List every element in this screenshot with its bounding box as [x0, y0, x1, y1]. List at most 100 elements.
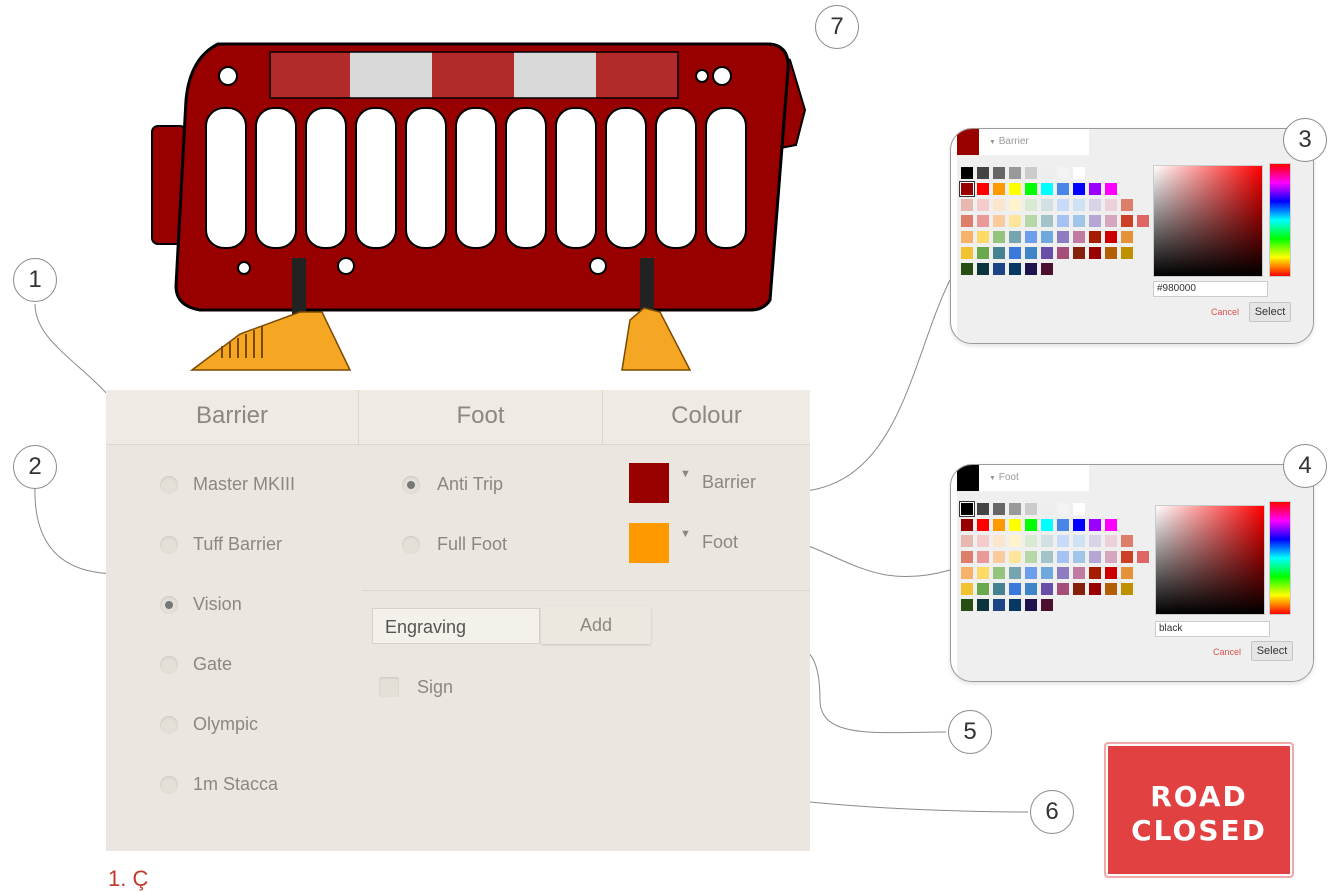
palette-colour-cell[interactable] — [1121, 567, 1133, 579]
palette-colour-cell[interactable] — [1073, 583, 1085, 595]
palette-colour-cell[interactable] — [1073, 535, 1085, 547]
palette-colour-cell[interactable] — [1121, 215, 1133, 227]
palette-colour-cell[interactable] — [1009, 583, 1021, 595]
palette-colour-cell[interactable] — [961, 167, 973, 179]
palette-colour-cell[interactable] — [1105, 199, 1117, 211]
palette-colour-cell[interactable] — [1089, 551, 1101, 563]
palette-colour-cell[interactable] — [1121, 583, 1133, 595]
palette-colour-cell[interactable] — [961, 247, 973, 259]
palette-colour-cell[interactable] — [1057, 535, 1069, 547]
sign-checkbox[interactable] — [379, 677, 399, 697]
palette-colour-cell[interactable] — [961, 599, 973, 611]
engraving-input[interactable]: Engraving — [372, 608, 540, 644]
radio-anti-trip[interactable] — [402, 476, 420, 494]
palette-colour-cell[interactable] — [1105, 551, 1117, 563]
palette-colour-cell[interactable] — [993, 247, 1005, 259]
palette-colour-cell[interactable] — [1041, 599, 1053, 611]
palette-colour-cell[interactable] — [1009, 551, 1021, 563]
palette-colour-cell[interactable] — [977, 167, 989, 179]
palette-colour-cell[interactable] — [1009, 599, 1021, 611]
palette-colour-cell[interactable] — [1089, 215, 1101, 227]
palette-colour-cell[interactable] — [977, 247, 989, 259]
radio-vision[interactable] — [160, 596, 178, 614]
palette-colour-cell[interactable] — [993, 567, 1005, 579]
palette-colour-cell[interactable] — [993, 167, 1005, 179]
palette-colour-cell[interactable] — [1041, 503, 1053, 515]
palette-colour-cell[interactable] — [1057, 215, 1069, 227]
radio-tuff-barrier[interactable] — [160, 536, 178, 554]
palette-colour-cell[interactable] — [993, 231, 1005, 243]
palette-colour-cell[interactable] — [960, 182, 974, 196]
palette-colour-cell[interactable] — [1041, 535, 1053, 547]
palette-colour-cell[interactable] — [1009, 231, 1021, 243]
palette-colour-cell[interactable] — [993, 535, 1005, 547]
palette-colour-cell[interactable] — [1073, 199, 1085, 211]
palette-colour-cell[interactable] — [1041, 263, 1053, 275]
hex-value-field[interactable]: black — [1155, 621, 1270, 637]
picker-tab[interactable]: ▼ Foot — [979, 465, 1089, 491]
palette-colour-cell[interactable] — [1041, 199, 1053, 211]
palette-colour-cell[interactable] — [1041, 247, 1053, 259]
palette-colour-cell[interactable] — [1057, 247, 1069, 259]
palette-colour-cell[interactable] — [1009, 215, 1021, 227]
palette-colour-cell[interactable] — [1057, 183, 1069, 195]
palette-colour-cell[interactable] — [1105, 215, 1117, 227]
palette-colour-cell[interactable] — [1041, 167, 1053, 179]
palette-colour-cell[interactable] — [1073, 231, 1085, 243]
palette-colour-cell[interactable] — [1089, 519, 1101, 531]
palette-colour-cell[interactable] — [1057, 231, 1069, 243]
palette-colour-cell[interactable] — [1073, 167, 1085, 179]
palette-colour-cell[interactable] — [1089, 247, 1101, 259]
palette-colour-cell[interactable] — [977, 599, 989, 611]
palette-colour-cell[interactable] — [1041, 183, 1053, 195]
palette-colour-cell[interactable] — [977, 519, 989, 531]
palette-colour-cell[interactable] — [1009, 567, 1021, 579]
palette-colour-cell[interactable] — [993, 183, 1005, 195]
palette-colour-cell[interactable] — [977, 215, 989, 227]
picker-cancel-link[interactable]: Cancel — [1213, 647, 1241, 657]
palette-colour-cell[interactable] — [961, 199, 973, 211]
radio-olympic[interactable] — [160, 716, 178, 734]
radio-master-mkiii[interactable] — [160, 476, 178, 494]
palette-colour-cell[interactable] — [1009, 167, 1021, 179]
palette-colour-cell[interactable] — [1009, 199, 1021, 211]
palette-colour-cell[interactable] — [1057, 583, 1069, 595]
palette-colour-cell[interactable] — [993, 519, 1005, 531]
palette-colour-cell[interactable] — [1121, 199, 1133, 211]
chevron-down-icon[interactable]: ▼ — [680, 528, 691, 540]
palette-colour-cell[interactable] — [977, 583, 989, 595]
palette-colour-cell[interactable] — [961, 215, 973, 227]
palette-colour-cell[interactable] — [1057, 167, 1069, 179]
palette-colour-cell[interactable] — [977, 535, 989, 547]
chevron-down-icon[interactable]: ▼ — [680, 468, 691, 480]
palette-colour-cell[interactable] — [1089, 199, 1101, 211]
radio-full-foot[interactable] — [402, 536, 420, 554]
palette-colour-cell[interactable] — [1057, 551, 1069, 563]
palette-colour-cell[interactable] — [1105, 583, 1117, 595]
palette-colour-cell[interactable] — [1089, 535, 1101, 547]
palette-colour-cell[interactable] — [1105, 247, 1117, 259]
palette-colour-cell[interactable] — [961, 567, 973, 579]
palette-colour-cell[interactable] — [1009, 519, 1021, 531]
palette-colour-cell[interactable] — [993, 263, 1005, 275]
palette-colour-cell[interactable] — [1073, 551, 1085, 563]
picker-tab[interactable]: ▼ Barrier — [979, 129, 1089, 155]
palette-colour-cell[interactable] — [1025, 247, 1037, 259]
palette-colour-cell[interactable] — [1121, 551, 1133, 563]
radio-gate[interactable] — [160, 656, 178, 674]
palette-colour-cell[interactable] — [961, 551, 973, 563]
palette-colour-cell[interactable] — [1057, 567, 1069, 579]
palette-colour-cell[interactable] — [993, 215, 1005, 227]
palette-colour-cell[interactable] — [1105, 519, 1117, 531]
colour-gradient-field[interactable] — [1153, 165, 1263, 277]
palette-colour-cell[interactable] — [1073, 183, 1085, 195]
palette-colour-cell[interactable] — [1025, 551, 1037, 563]
palette-colour-cell[interactable] — [1025, 503, 1037, 515]
palette-colour-cell[interactable] — [1025, 183, 1037, 195]
palette-colour-cell[interactable] — [1057, 519, 1069, 531]
palette-colour-cell[interactable] — [1025, 583, 1037, 595]
palette-colour-cell[interactable] — [977, 551, 989, 563]
palette-colour-cell[interactable] — [1009, 263, 1021, 275]
palette-colour-cell[interactable] — [961, 519, 973, 531]
palette-colour-cell[interactable] — [1073, 247, 1085, 259]
